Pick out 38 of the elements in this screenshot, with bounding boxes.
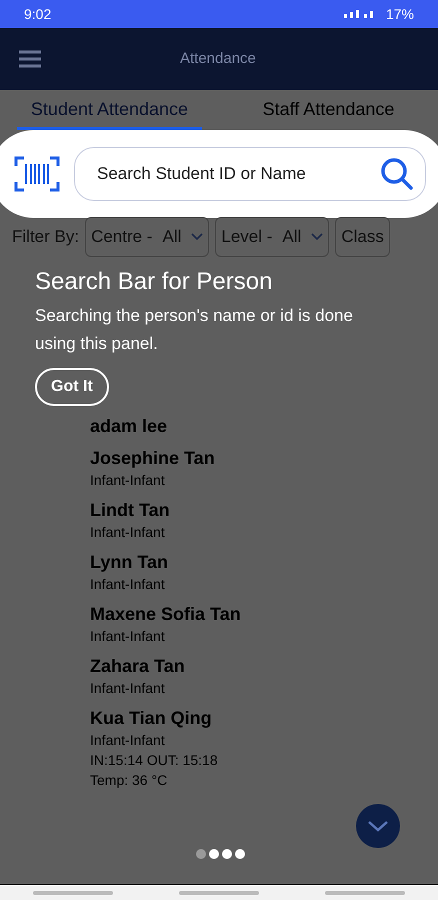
- student-level: Infant-Infant: [90, 627, 166, 646]
- nav-handle[interactable]: [179, 890, 259, 894]
- student-name[interactable]: adam lee: [90, 414, 438, 438]
- filter-dropdown[interactable]: Centre - All: [85, 217, 210, 257]
- nav-handle[interactable]: [325, 890, 405, 894]
- student-level: Infant-Infant: [90, 471, 166, 490]
- search-icon[interactable]: [380, 157, 414, 191]
- chevron-down-icon: [367, 820, 389, 832]
- got-it-button[interactable]: Got It: [35, 368, 109, 406]
- tab[interactable]: Student Attendance: [0, 90, 219, 130]
- student-name[interactable]: Kua Tian Qing: [90, 706, 438, 730]
- student-name[interactable]: Lindt Tan: [90, 498, 438, 522]
- tutorial-text: Searching the person's name or id is done using this panel.: [35, 305, 354, 355]
- student-level: Infant-Infant: [90, 523, 166, 542]
- barcode-scan-icon[interactable]: [14, 156, 60, 192]
- app-title: Attendance: [180, 48, 256, 69]
- menu-icon[interactable]: [18, 50, 42, 68]
- temperature: Temp: 36 °C: [90, 771, 168, 790]
- student-name[interactable]: Josephine Tan: [90, 446, 438, 470]
- battery-percent: 17%: [386, 4, 414, 24]
- nav-handle[interactable]: [33, 890, 113, 894]
- tutorial-title: Search Bar for Person: [35, 267, 274, 297]
- filter-dropdown[interactable]: Level - All: [215, 217, 330, 257]
- student-name[interactable]: Maxene Sofia Tan: [90, 602, 438, 626]
- student-level: Infant-Infant: [90, 731, 166, 750]
- student-name[interactable]: Zahara Tan: [90, 654, 438, 678]
- chevron-down-icon: [191, 233, 204, 241]
- chevron-down-icon: [311, 233, 324, 241]
- tab[interactable]: Staff Attendance: [219, 90, 438, 130]
- student-level: Infant-Infant: [90, 575, 166, 594]
- filter-dropdown[interactable]: Class: [335, 217, 390, 257]
- filter-label: Filter By:: [12, 226, 80, 248]
- status-time: 9:02: [24, 4, 52, 24]
- scroll-down-button[interactable]: [356, 804, 400, 848]
- search-field[interactable]: Search Student ID or Name: [74, 147, 426, 201]
- check-times: IN:15:14 OUT: 15:18: [90, 751, 219, 770]
- student-level: Infant-Infant: [90, 679, 166, 698]
- student-name[interactable]: Lynn Tan: [90, 550, 438, 574]
